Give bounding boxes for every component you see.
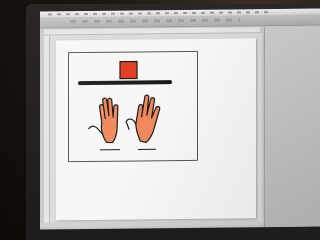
toolbar-controls bbox=[70, 18, 240, 24]
photo-scene bbox=[0, 0, 320, 240]
right-side-panel[interactable] bbox=[264, 26, 320, 228]
red-square-shape[interactable] bbox=[119, 60, 138, 80]
panel-divider bbox=[264, 27, 265, 228]
wrist-line bbox=[100, 148, 156, 151]
monitor-screen bbox=[40, 8, 320, 230]
artboard-page[interactable] bbox=[56, 38, 256, 221]
status-bar bbox=[40, 220, 260, 228]
left-hand-icon[interactable] bbox=[88, 96, 123, 144]
right-hand-icon[interactable] bbox=[125, 94, 161, 144]
pictogram-artwork[interactable] bbox=[70, 53, 194, 160]
document-canvas-area[interactable] bbox=[50, 33, 262, 226]
horizontal-bar-shape[interactable] bbox=[78, 80, 172, 86]
